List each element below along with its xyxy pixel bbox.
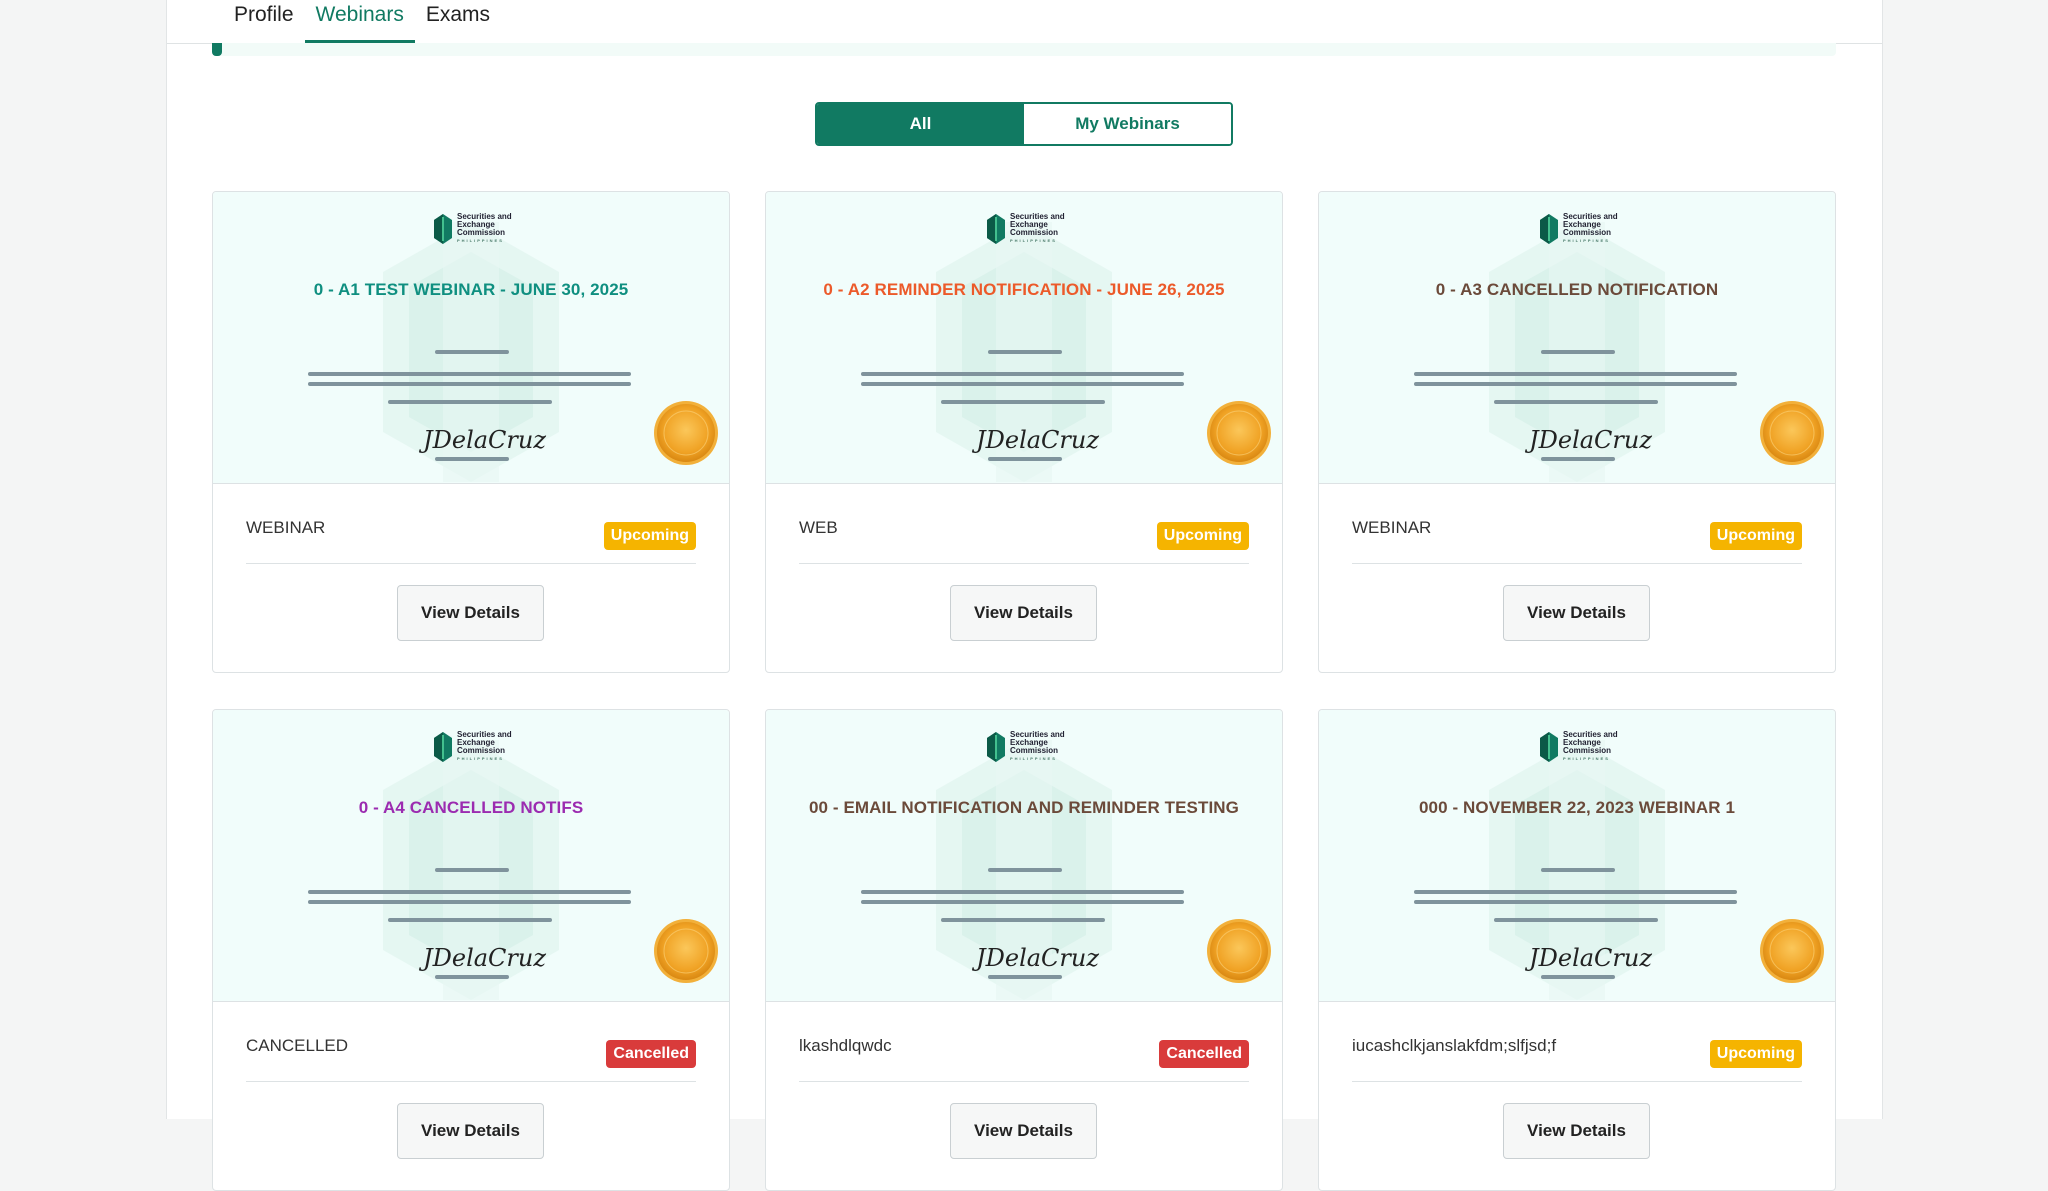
card-meta: CANCELLED Cancelled: [246, 1001, 696, 1082]
gold-seal-icon: [654, 919, 718, 983]
progress-fill: [212, 43, 222, 56]
card-meta: WEBINAR Upcoming: [246, 483, 696, 564]
tab-profile[interactable]: Profile: [223, 0, 305, 38]
tab-webinars[interactable]: Webinars: [304, 0, 415, 43]
webinar-filter-toggle: All My Webinars: [815, 102, 1233, 146]
webinar-type: WEBINAR: [1352, 518, 1432, 537]
status-badge: Upcoming: [603, 522, 696, 550]
filter-my-webinars-button[interactable]: My Webinars: [1024, 104, 1231, 144]
webinar-type: iucashclkjanslakfdm;slfjsd;f: [1352, 1036, 1557, 1055]
webinar-type: CANCELLED: [246, 1036, 349, 1055]
view-details-button[interactable]: View Details: [1503, 1103, 1650, 1159]
view-details-button[interactable]: View Details: [950, 1103, 1097, 1159]
status-badge: Cancelled: [1159, 1040, 1249, 1068]
gold-seal-icon: [654, 401, 718, 465]
main-panel: Profile Webinars Exams All My Webinars S…: [166, 0, 1883, 1191]
certificate-preview[interactable]: Securities and Exchange Commission PHILI…: [766, 192, 1282, 484]
card-meta: WEBINAR Upcoming: [1352, 483, 1802, 564]
signature: JDelaCruz: [1529, 944, 1652, 972]
filter-all-button[interactable]: All: [817, 104, 1024, 144]
signature: JDelaCruz: [1529, 426, 1652, 454]
status-badge: Upcoming: [1709, 1040, 1802, 1068]
view-details-button[interactable]: View Details: [1503, 585, 1650, 641]
status-badge: Upcoming: [1709, 522, 1802, 550]
signature: JDelaCruz: [976, 944, 1099, 972]
gold-seal-icon: [1760, 919, 1824, 983]
card-meta: lkashdlqwdc Cancelled: [799, 1001, 1249, 1082]
status-badge: Upcoming: [1156, 522, 1249, 550]
progress-bar: [212, 43, 1836, 56]
view-details-button[interactable]: View Details: [397, 1103, 544, 1159]
signature: JDelaCruz: [423, 944, 546, 972]
status-badge: Cancelled: [606, 1040, 696, 1068]
gold-seal-icon: [1207, 401, 1271, 465]
signature: JDelaCruz: [423, 426, 546, 454]
gold-seal-icon: [1760, 401, 1824, 465]
certificate-preview[interactable]: Securities and Exchange Commission PHILI…: [766, 710, 1282, 1002]
card-meta: iucashclkjanslakfdm;slfjsd;f Upcoming: [1352, 1001, 1802, 1082]
signature: JDelaCruz: [976, 426, 1099, 454]
certificate-preview[interactable]: Securities and Exchange Commission PHILI…: [213, 192, 729, 484]
webinar-type: WEBINAR: [246, 518, 326, 537]
webinar-card: Securities and Exchange Commission PHILI…: [1318, 191, 1836, 673]
webinar-card: Securities and Exchange Commission PHILI…: [212, 191, 730, 673]
certificate-preview[interactable]: Securities and Exchange Commission PHILI…: [1319, 710, 1835, 1002]
certificate-preview[interactable]: Securities and Exchange Commission PHILI…: [1319, 192, 1835, 484]
webinar-type: lkashdlqwdc: [799, 1036, 892, 1055]
webinar-card: Securities and Exchange Commission PHILI…: [765, 191, 1283, 673]
view-details-button[interactable]: View Details: [950, 585, 1097, 641]
webinar-type: WEB: [799, 518, 838, 537]
certificate-preview[interactable]: Securities and Exchange Commission PHILI…: [213, 710, 729, 1002]
profile-tabs: Profile Webinars Exams: [223, 0, 501, 43]
gold-seal-icon: [1207, 919, 1271, 983]
tab-exams[interactable]: Exams: [415, 0, 501, 38]
view-details-button[interactable]: View Details: [397, 585, 544, 641]
card-meta: WEB Upcoming: [799, 483, 1249, 564]
